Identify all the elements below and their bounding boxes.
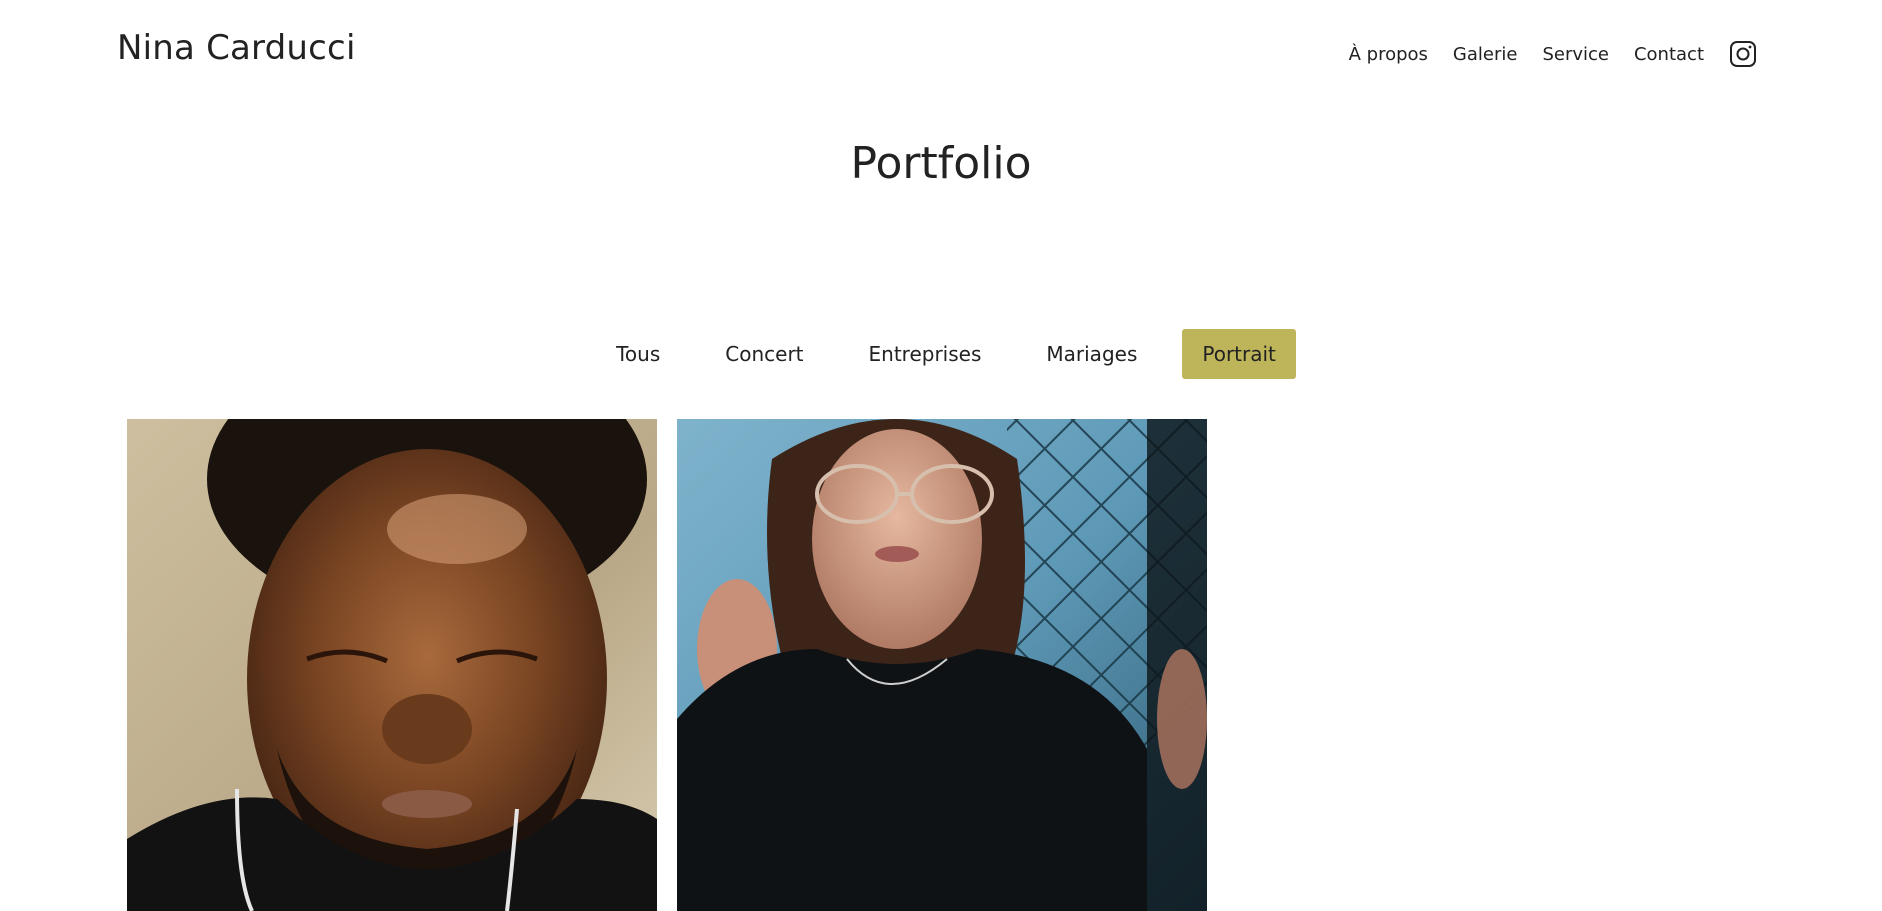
page: Nina Carducci À propos Galerie Service C… bbox=[0, 0, 1882, 911]
filter-bar: Tous Concert Entreprises Mariages Portra… bbox=[0, 329, 1882, 379]
page-title: Portfolio bbox=[850, 138, 1032, 189]
gallery-grid bbox=[127, 419, 1207, 911]
portrait-man-image bbox=[127, 419, 657, 911]
filter-tous[interactable]: Tous bbox=[596, 329, 680, 379]
nav-item-contact[interactable]: Contact bbox=[1634, 44, 1704, 65]
site-header: Nina Carducci À propos Galerie Service C… bbox=[0, 0, 1882, 110]
nav-item-galerie[interactable]: Galerie bbox=[1453, 44, 1518, 65]
filter-portrait[interactable]: Portrait bbox=[1182, 329, 1296, 379]
filter-mariages[interactable]: Mariages bbox=[1026, 329, 1157, 379]
filter-entreprises[interactable]: Entreprises bbox=[849, 329, 1002, 379]
gallery-image-2[interactable] bbox=[677, 419, 1207, 911]
portrait-woman-image bbox=[677, 419, 1207, 911]
instagram-icon[interactable] bbox=[1729, 40, 1757, 68]
nav-item-a-propos[interactable]: À propos bbox=[1349, 44, 1428, 65]
gallery-image-1[interactable] bbox=[127, 419, 657, 911]
main-nav: À propos Galerie Service Contact bbox=[1349, 40, 1757, 68]
brand-name[interactable]: Nina Carducci bbox=[117, 28, 356, 68]
filter-concert[interactable]: Concert bbox=[705, 329, 823, 379]
nav-item-service[interactable]: Service bbox=[1542, 44, 1609, 65]
